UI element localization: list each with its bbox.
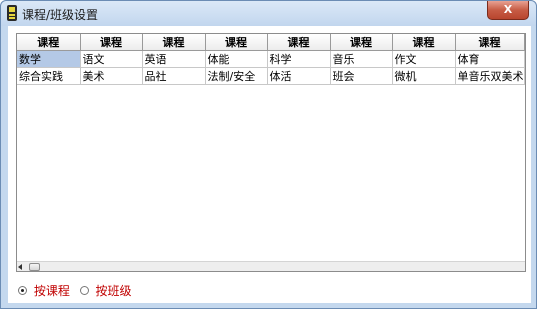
grid-cell[interactable]: 法制/安全 (205, 67, 268, 85)
app-icon (7, 5, 17, 21)
title-bar[interactable]: 课程/班级设置 X (1, 1, 536, 26)
radio-by-class-label[interactable]: 按班级 (96, 282, 132, 299)
grid-cell[interactable]: 品社 (142, 67, 206, 85)
grid-cell[interactable]: 单音乐双美术 (455, 67, 525, 85)
dialog-client-area: 课程 课程 课程 课程 课程 课程 课程 课程 数学 语文 英语 体能 科学 音… (8, 26, 531, 303)
dialog-window: 课程/班级设置 X 课程 课程 课程 课程 课程 课程 课程 课程 数学 语文 … (0, 0, 537, 309)
grid-cell[interactable]: 科学 (267, 50, 331, 68)
column-header[interactable]: 课程 (330, 34, 393, 51)
horizontal-scrollbar[interactable] (17, 261, 525, 271)
scrollbar-thumb[interactable] (29, 263, 40, 271)
course-table: 课程 课程 课程 课程 课程 课程 课程 课程 数学 语文 英语 体能 科学 音… (17, 34, 525, 85)
grid-header-row: 课程 课程 课程 课程 课程 课程 课程 课程 (17, 34, 525, 51)
mode-radio-group: 按课程 按班级 (18, 282, 138, 299)
column-header[interactable]: 课程 (17, 34, 81, 51)
grid-cell[interactable]: 音乐 (330, 50, 393, 68)
grid-cell[interactable]: 英语 (142, 50, 206, 68)
grid-cell[interactable]: 班会 (330, 67, 393, 85)
grid-cell[interactable]: 作文 (392, 50, 456, 68)
table-row: 综合实践 美术 品社 法制/安全 体活 班会 微机 单音乐双美术 (17, 67, 525, 85)
column-header[interactable]: 课程 (392, 34, 456, 51)
table-row: 数学 语文 英语 体能 科学 音乐 作文 体育 (17, 50, 525, 68)
grid-cell-selected[interactable]: 数学 (17, 50, 81, 68)
grid-cell[interactable]: 体活 (267, 67, 331, 85)
column-header[interactable]: 课程 (455, 34, 525, 51)
column-header[interactable]: 课程 (267, 34, 331, 51)
radio-checked-icon[interactable] (18, 286, 27, 295)
radio-by-course[interactable]: 按课程 (18, 282, 70, 299)
scroll-left-arrow-icon[interactable] (18, 264, 22, 270)
radio-unchecked-icon[interactable] (79, 286, 89, 295)
window-title: 课程/班级设置 (22, 8, 99, 22)
grid-cell[interactable]: 综合实践 (17, 67, 81, 85)
radio-by-course-label[interactable]: 按课程 (34, 282, 70, 299)
column-header[interactable]: 课程 (80, 34, 143, 51)
radio-by-class[interactable]: 按班级 (79, 282, 132, 299)
course-grid[interactable]: 课程 课程 课程 课程 课程 课程 课程 课程 数学 语文 英语 体能 科学 音… (16, 33, 526, 272)
close-button[interactable]: X (487, 1, 529, 20)
column-header[interactable]: 课程 (142, 34, 206, 51)
grid-cell[interactable]: 体能 (205, 50, 268, 68)
column-header[interactable]: 课程 (205, 34, 268, 51)
grid-cell[interactable]: 美术 (80, 67, 143, 85)
grid-cell[interactable]: 微机 (392, 67, 456, 85)
grid-cell[interactable]: 体育 (455, 50, 525, 68)
grid-cell[interactable]: 语文 (80, 50, 143, 68)
